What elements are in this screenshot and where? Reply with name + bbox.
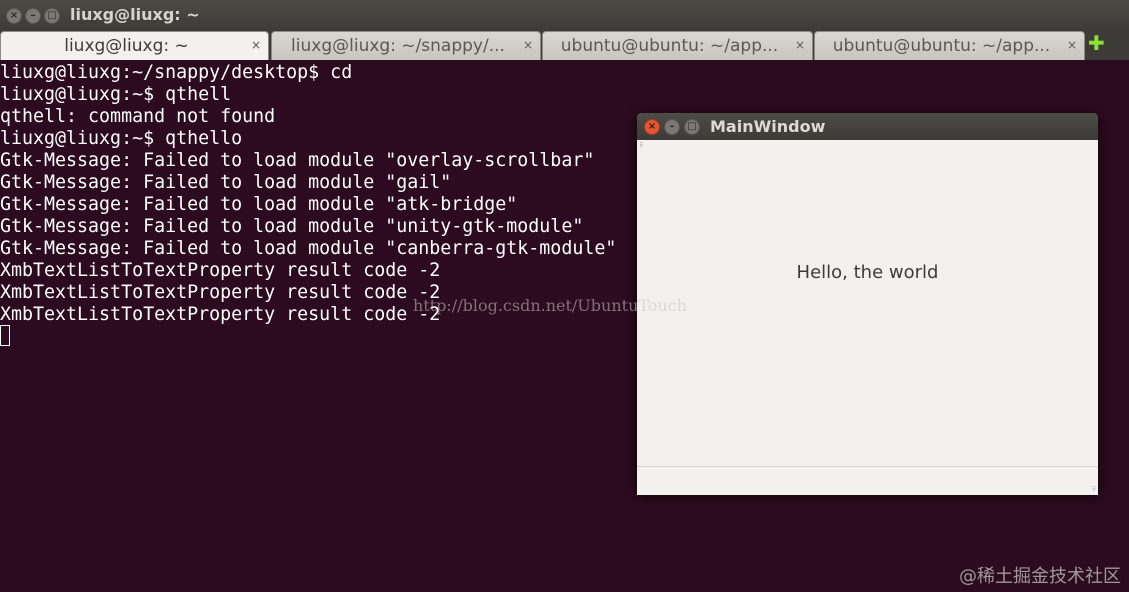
toolbar-grip-icon: ⠿ <box>639 142 644 149</box>
terminal-line: Gtk-Message: Failed to load module "unit… <box>0 216 584 237</box>
terminal-line: qthell: command not found <box>0 106 276 127</box>
terminal-line: liuxg@liuxg:~$ qthello <box>0 128 243 149</box>
main-window-title: MainWindow <box>710 117 826 136</box>
tab-4[interactable]: ubuntu@ubuntu: ~/app... × <box>814 31 1085 60</box>
corner-watermark: @稀土掘金技术社区 <box>959 566 1121 587</box>
terminal-maximize-button[interactable]: □ <box>44 8 60 24</box>
main-window-minimize-button[interactable]: – <box>664 119 680 135</box>
terminal-line: XmbTextListToTextProperty result code -2 <box>0 260 441 281</box>
main-window-maximize-button[interactable]: □ <box>684 119 700 135</box>
tab-3-label: ubuntu@ubuntu: ~/app... <box>560 36 779 56</box>
blog-watermark: http://blog.csdn.net/UbuntuTouch <box>413 296 687 315</box>
hello-label: Hello, the world <box>796 262 939 283</box>
tab-2-close-icon[interactable]: × <box>523 38 533 52</box>
terminal-tab-bar: liuxg@liuxg: ~ × liuxg@liuxg: ~/snappy/.… <box>0 30 1129 89</box>
terminal-cursor <box>0 325 10 346</box>
tab-3-close-icon[interactable]: × <box>795 38 805 52</box>
terminal-minimize-button[interactable]: – <box>25 8 41 24</box>
size-grip-icon[interactable]: ⠿ <box>1092 486 1096 493</box>
terminal-line: Gtk-Message: Failed to load module "canb… <box>0 238 617 259</box>
terminal-line: XmbTextListToTextProperty result code -2 <box>0 282 441 303</box>
status-bar: ⠿ <box>637 466 1098 495</box>
terminal-line: liuxg@liuxg:~/snappy/desktop$ cd <box>0 62 353 83</box>
tab-4-close-icon[interactable]: × <box>1067 38 1077 52</box>
main-window-close-button[interactable]: × <box>644 119 660 135</box>
terminal-line: Gtk-Message: Failed to load module "gail… <box>0 172 452 193</box>
main-window[interactable]: × – □ MainWindow ⠿ Hello, the world ⠿ <box>637 113 1098 495</box>
tab-1[interactable]: liuxg@liuxg: ~ × <box>0 31 269 60</box>
tab-1-label: liuxg@liuxg: ~ <box>64 36 189 56</box>
tab-2-label: liuxg@liuxg: ~/snappy/... <box>291 36 505 56</box>
main-window-titlebar[interactable]: × – □ MainWindow <box>637 113 1098 140</box>
tab-2[interactable]: liuxg@liuxg: ~/snappy/... × <box>271 31 541 60</box>
tab-3[interactable]: ubuntu@ubuntu: ~/app... × <box>542 31 813 60</box>
terminal-line: liuxg@liuxg:~$ qthell <box>0 84 232 105</box>
terminal-line: Gtk-Message: Failed to load module "atk-… <box>0 194 518 215</box>
terminal-line: XmbTextListToTextProperty result code -2 <box>0 304 441 325</box>
terminal-line: Gtk-Message: Failed to load module "over… <box>0 150 595 171</box>
new-tab-icon[interactable]: ✚ <box>1088 33 1105 53</box>
tab-1-close-icon[interactable]: × <box>251 38 261 52</box>
terminal-close-button[interactable]: × <box>6 8 22 24</box>
terminal-window-title: liuxg@liuxg: ~ <box>70 5 200 24</box>
tab-4-label: ubuntu@ubuntu: ~/app... <box>832 36 1051 56</box>
terminal-titlebar: × – □ liuxg@liuxg: ~ <box>0 0 1129 30</box>
